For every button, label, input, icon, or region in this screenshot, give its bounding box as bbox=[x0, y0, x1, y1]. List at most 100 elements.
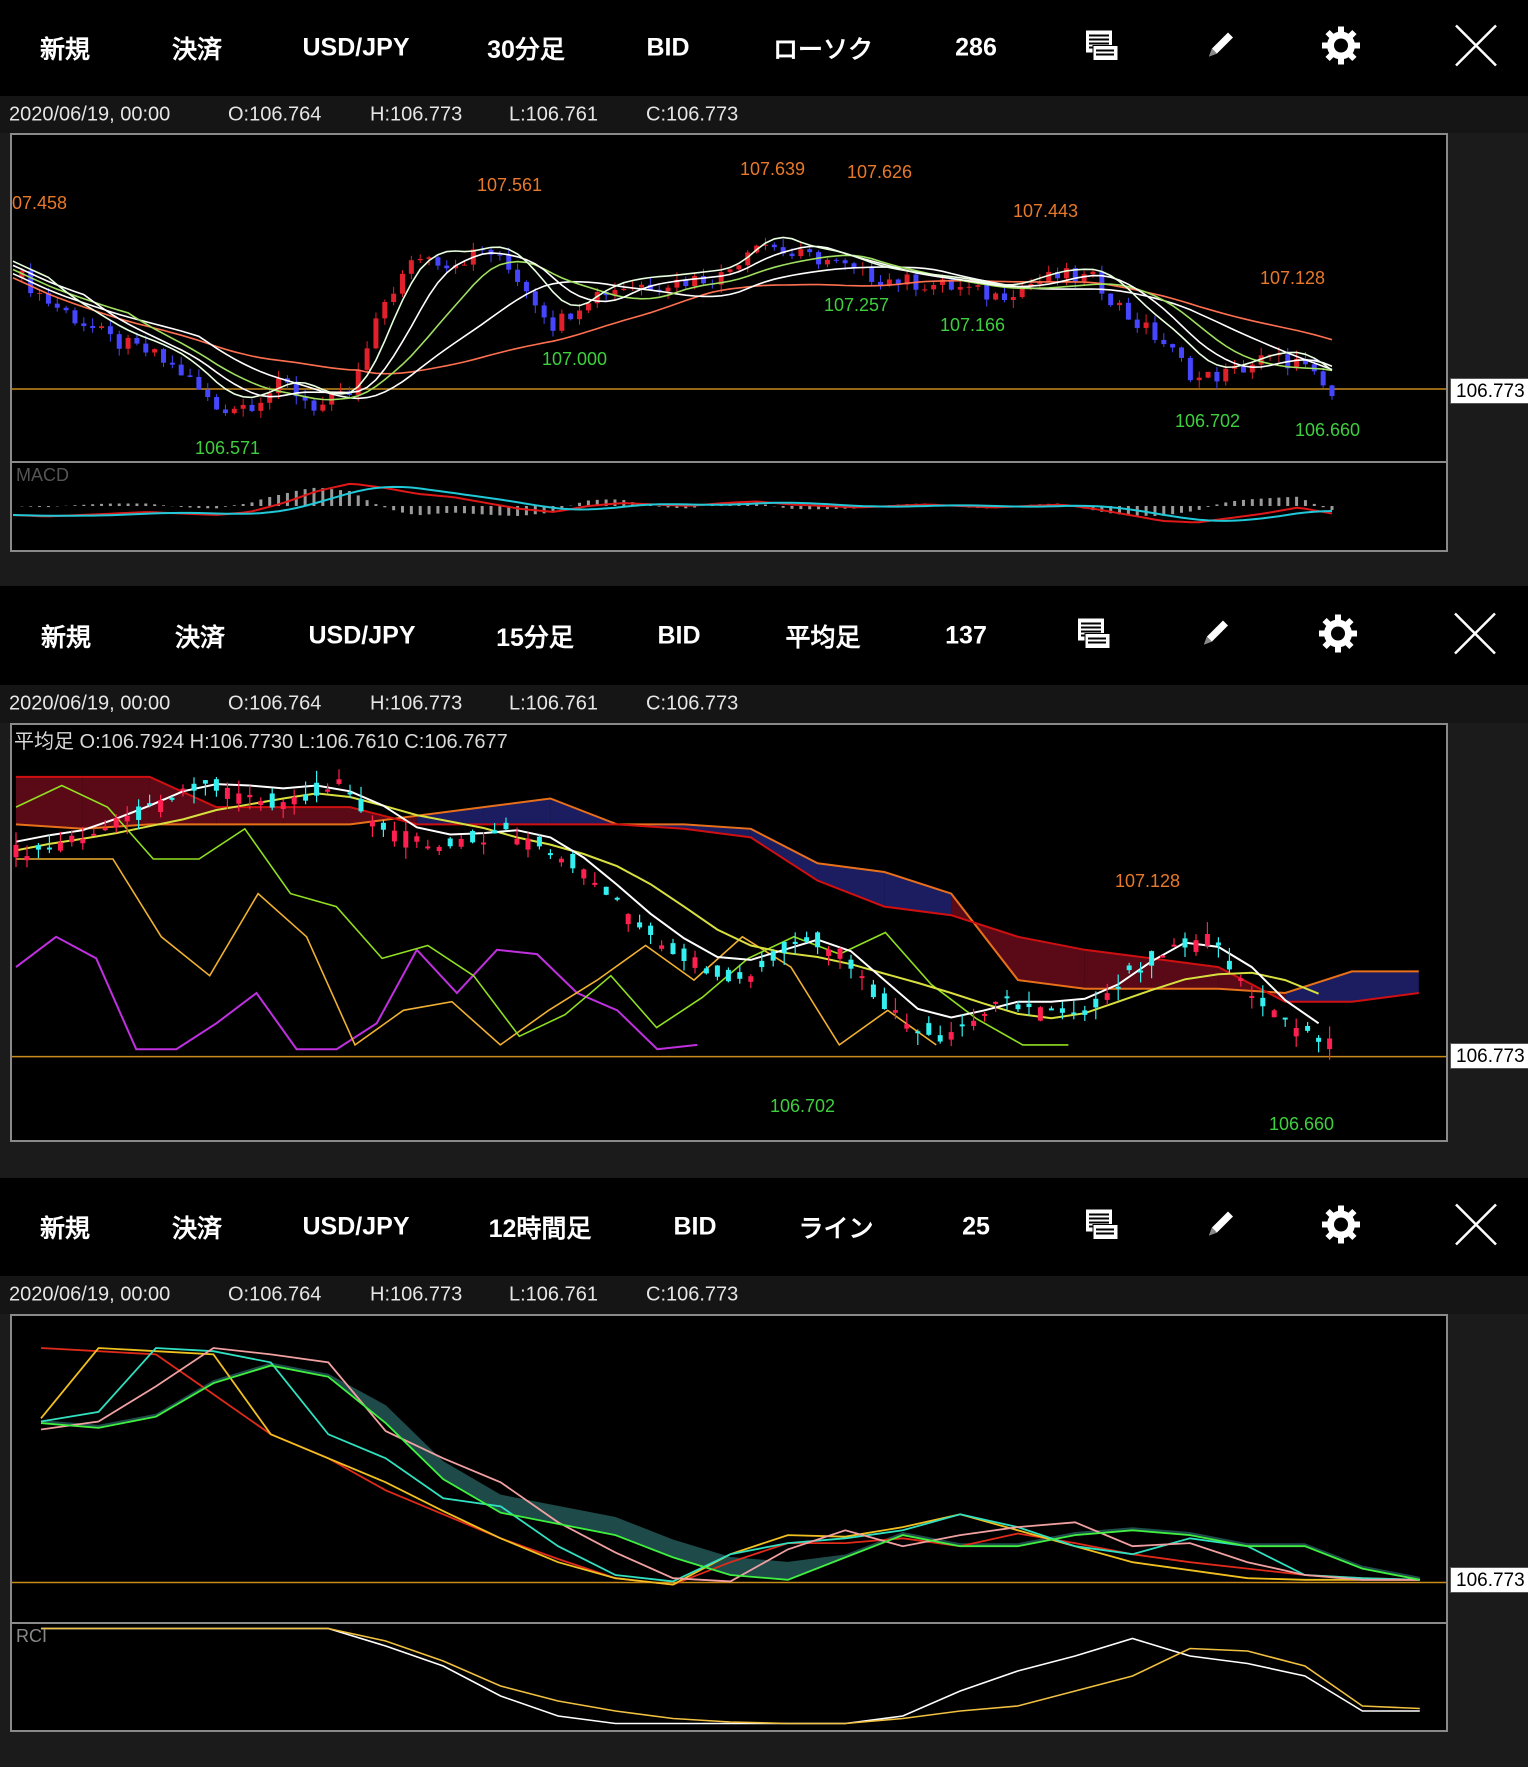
candle-body bbox=[621, 289, 626, 290]
candle-body bbox=[223, 409, 228, 413]
price-type-selector[interactable]: BID bbox=[657, 621, 700, 650]
heikin-ashi-body bbox=[1327, 1038, 1332, 1049]
candle-body bbox=[1170, 344, 1175, 347]
heikin-ashi-body bbox=[1316, 1038, 1321, 1042]
candle-body bbox=[736, 265, 741, 269]
settle-button[interactable]: 決済 bbox=[175, 618, 225, 654]
candle-body bbox=[1214, 372, 1219, 381]
timeframe-selector[interactable]: 30分足 bbox=[487, 30, 565, 66]
candle-body bbox=[1108, 294, 1113, 305]
candle-body bbox=[577, 310, 582, 319]
gear-icon[interactable] bbox=[1318, 613, 1358, 658]
price-annotation: 106.702 bbox=[1175, 411, 1240, 432]
pencil-icon[interactable] bbox=[1203, 29, 1237, 68]
candle-body bbox=[1064, 268, 1069, 278]
macd-label: MACD bbox=[16, 465, 69, 486]
heikin-ashi-body bbox=[926, 1023, 931, 1035]
bar-count-selector[interactable]: 137 bbox=[945, 621, 987, 650]
candle-body bbox=[639, 285, 644, 288]
bar-count-selector[interactable]: 286 bbox=[955, 34, 997, 63]
candle-body bbox=[1002, 293, 1007, 300]
candle-body bbox=[1321, 371, 1326, 385]
chart-canvas[interactable] bbox=[12, 1316, 1446, 1730]
candle-body bbox=[807, 249, 812, 252]
heikin-ashi-body bbox=[337, 779, 342, 784]
new-order-button[interactable]: 新規 bbox=[41, 618, 91, 654]
indicator-icon[interactable] bbox=[1085, 30, 1119, 67]
price-type-selector[interactable]: BID bbox=[673, 1213, 716, 1242]
datetime: 2020/06/19, 00:00 bbox=[9, 1284, 170, 1307]
heikin-ashi-body bbox=[225, 788, 230, 799]
moving-average-line bbox=[13, 237, 1332, 397]
candle-body bbox=[126, 338, 131, 349]
pair-selector[interactable]: USD/JPY bbox=[303, 1213, 410, 1242]
candle-body bbox=[134, 338, 139, 344]
close-icon[interactable] bbox=[1451, 609, 1499, 662]
heikin-ashi-body bbox=[581, 869, 586, 878]
candle-body bbox=[559, 314, 564, 331]
heikin-ashi-body bbox=[481, 843, 486, 845]
heikin-ashi-body bbox=[637, 922, 642, 927]
open-value: O:106.764 bbox=[228, 1284, 321, 1307]
candle-body bbox=[825, 260, 830, 265]
heikin-ashi-chart[interactable]: 平均足 O:106.7924 H:106.7730 L:106.7610 C:1… bbox=[10, 723, 1448, 1142]
candle-body bbox=[99, 326, 104, 328]
rci-line bbox=[41, 1629, 1420, 1724]
heikin-ashi-body bbox=[570, 854, 575, 868]
candlestick-chart[interactable]: 07.458 107.561 107.639 107.626 107.443 1… bbox=[10, 133, 1448, 552]
heikin-ashi-body bbox=[960, 1024, 965, 1026]
timeframe-selector[interactable]: 12時間足 bbox=[489, 1209, 592, 1245]
pair-selector[interactable]: USD/JPY bbox=[303, 34, 410, 63]
heikin-ashi-body bbox=[949, 1032, 954, 1040]
indicator-icon[interactable] bbox=[1077, 617, 1111, 654]
candle-body bbox=[1206, 372, 1211, 378]
new-order-button[interactable]: 新規 bbox=[40, 30, 90, 66]
chart-type-selector[interactable]: ライン bbox=[798, 1209, 873, 1245]
chart-canvas[interactable] bbox=[12, 135, 1446, 550]
band-fill bbox=[41, 1363, 1420, 1580]
pencil-icon[interactable] bbox=[1203, 1208, 1237, 1247]
timeframe-selector[interactable]: 15分足 bbox=[496, 618, 574, 654]
line-chart[interactable]: RCI bbox=[10, 1314, 1448, 1732]
pair-selector[interactable]: USD/JPY bbox=[309, 621, 416, 650]
heikin-ashi-body bbox=[648, 926, 653, 935]
heikin-ashi-body bbox=[136, 807, 141, 820]
heikin-ashi-body bbox=[303, 794, 308, 800]
pencil-icon[interactable] bbox=[1198, 616, 1232, 655]
heikin-ashi-body bbox=[592, 883, 597, 885]
datetime: 2020/06/19, 00:00 bbox=[9, 103, 170, 126]
heikin-ashi-body bbox=[1172, 945, 1177, 947]
chart-type-selector[interactable]: 平均足 bbox=[785, 618, 860, 654]
candle-body bbox=[435, 257, 440, 265]
indicator-icon[interactable] bbox=[1085, 1209, 1119, 1246]
candle-body bbox=[1126, 303, 1131, 320]
price-type-selector[interactable]: BID bbox=[646, 34, 689, 63]
chart-canvas[interactable] bbox=[12, 725, 1446, 1140]
price-annotation: 107.166 bbox=[940, 315, 1005, 336]
ohlc-info-bar: 2020/06/19, 00:00 O:106.764 H:106.773 L:… bbox=[0, 685, 1528, 723]
heikin-ashi-body bbox=[748, 976, 753, 982]
heikin-ashi-body bbox=[659, 945, 664, 948]
heikin-ashi-body bbox=[1105, 993, 1110, 1000]
price-line bbox=[41, 1348, 1420, 1581]
heikin-ashi-body bbox=[1049, 1008, 1054, 1010]
candle-body bbox=[967, 287, 972, 288]
heikin-ashi-body bbox=[1205, 934, 1210, 946]
heikin-ashi-body bbox=[1038, 1007, 1043, 1020]
gear-icon[interactable] bbox=[1321, 26, 1361, 71]
price-annotation: 107.000 bbox=[542, 349, 607, 370]
gear-icon[interactable] bbox=[1321, 1205, 1361, 1250]
heikin-ashi-body bbox=[793, 942, 798, 944]
settle-button[interactable]: 決済 bbox=[172, 1209, 222, 1245]
heikin-ashi-body bbox=[1127, 965, 1132, 970]
close-icon[interactable] bbox=[1452, 1201, 1500, 1254]
heikin-ashi-body bbox=[915, 1031, 920, 1033]
close-icon[interactable] bbox=[1452, 22, 1500, 75]
chart-type-selector[interactable]: ローソク bbox=[773, 30, 873, 66]
new-order-button[interactable]: 新規 bbox=[40, 1209, 90, 1245]
candle-body bbox=[497, 255, 502, 256]
settle-button[interactable]: 決済 bbox=[172, 30, 222, 66]
bar-count-selector[interactable]: 25 bbox=[962, 1213, 990, 1242]
candle-body bbox=[1144, 322, 1149, 328]
price-annotation: 106.660 bbox=[1295, 420, 1360, 441]
